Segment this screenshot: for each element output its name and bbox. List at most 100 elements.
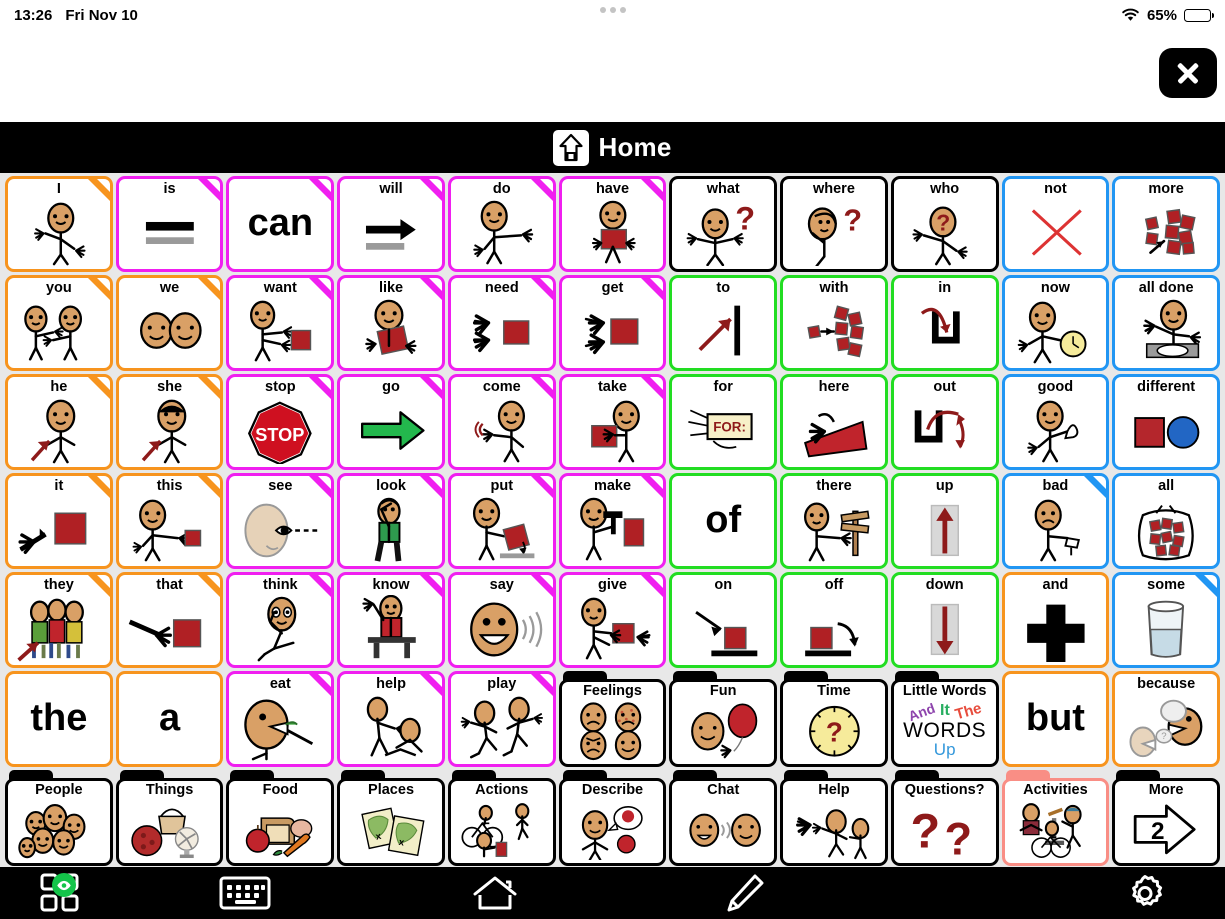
symbol-button-off[interactable]: off (780, 572, 888, 668)
symbol-button-eat[interactable]: eat (226, 671, 335, 767)
symbol-button-of[interactable]: of (669, 473, 778, 569)
symbol-button-look[interactable]: look (337, 473, 445, 569)
folder-button-fun[interactable]: Fun (669, 671, 778, 767)
symbol-button-go[interactable]: go (337, 374, 445, 470)
home-icon (553, 129, 590, 166)
symbol-button-stop[interactable]: stop STOP (226, 374, 335, 470)
symbol-button-will[interactable]: will (337, 176, 445, 272)
symbol-button-and[interactable]: and (1001, 572, 1110, 668)
folder-button-things[interactable]: Things (115, 770, 224, 866)
cell-label: and (1042, 577, 1069, 593)
symbol-button-get[interactable]: get (558, 275, 667, 371)
symbol-button-is[interactable]: is (115, 176, 224, 272)
symbol-button-this[interactable]: this (115, 473, 224, 569)
symbol-button-like[interactable]: like (337, 275, 445, 371)
bottom-toolbar (0, 867, 1225, 919)
folder-button-food[interactable]: Food (226, 770, 335, 866)
symbol-button-that[interactable]: that (115, 572, 224, 668)
symbol-button-with[interactable]: with (780, 275, 888, 371)
symbol-button-down[interactable]: down (890, 572, 999, 668)
symbol-button-on[interactable]: on (669, 572, 778, 668)
folder-button-chat[interactable]: Chat (669, 770, 778, 866)
symbol-button-bad[interactable]: bad (1001, 473, 1110, 569)
symbol-button-there[interactable]: there (780, 473, 888, 569)
symbol-button-out[interactable]: out (890, 374, 999, 470)
symbol-button-different[interactable]: different (1112, 374, 1220, 470)
folder-button-questions[interactable]: Questions? ?? (890, 770, 999, 866)
symbol-button-to[interactable]: to (669, 275, 778, 371)
folded-corner-icon (530, 575, 553, 597)
symbol-button-need[interactable]: need (447, 275, 556, 371)
symbol-button-some[interactable]: some (1112, 572, 1220, 668)
cell-word: can (247, 202, 314, 244)
cell-label: all done (1138, 280, 1194, 296)
symbol-button-who[interactable]: who? (890, 176, 999, 272)
close-bar (0, 30, 1225, 122)
symbol-button-he[interactable]: he (5, 374, 113, 470)
symbol-button-help[interactable]: help (337, 671, 445, 767)
symbol-button-i[interactable]: I (5, 176, 113, 272)
folder-button-activities[interactable]: Activities (1001, 770, 1110, 866)
symbol-button-have[interactable]: have (558, 176, 667, 272)
symbol-button-say[interactable]: say (447, 572, 556, 668)
symbol-button-it[interactable]: it (5, 473, 113, 569)
edit-button[interactable] (620, 867, 870, 919)
symbol-button-now[interactable]: now (1001, 275, 1110, 371)
symbol-button-want[interactable]: want (226, 275, 335, 371)
symbol-button-all-done[interactable]: all done (1112, 275, 1220, 371)
symbol-button-play[interactable]: play (447, 671, 556, 767)
symbol-button-good[interactable]: good (1001, 374, 1110, 470)
symbol-button-see[interactable]: see (226, 473, 335, 569)
symbol-button-we[interactable]: we (115, 275, 224, 371)
symbol-button-where[interactable]: where? (780, 176, 888, 272)
folder-button-feelings[interactable]: Feelings (558, 671, 667, 767)
cell-artwork: ? (783, 197, 885, 269)
symbol-button-the[interactable]: the (5, 671, 113, 767)
grid-view-button[interactable] (0, 867, 120, 919)
symbol-button-she[interactable]: she (115, 374, 224, 470)
symbol-button-in[interactable]: in (890, 275, 999, 371)
folder-button-actions[interactable]: Actions (447, 770, 556, 866)
symbol-button-know[interactable]: know (337, 572, 445, 668)
home-button[interactable] (370, 867, 620, 919)
symbol-button-do[interactable]: do (447, 176, 556, 272)
symbol-button-can[interactable]: can (226, 176, 335, 272)
symbol-button-up[interactable]: up (890, 473, 999, 569)
keyboard-button[interactable] (120, 867, 370, 919)
symbol-button-they[interactable]: they (5, 572, 113, 668)
symbol-button-a[interactable]: a (115, 671, 224, 767)
symbol-button-because[interactable]: because? (1112, 671, 1220, 767)
symbol-button-come[interactable]: come (447, 374, 556, 470)
symbol-button-all[interactable]: all (1112, 473, 1220, 569)
folder-button-people[interactable]: People (5, 770, 113, 866)
symbol-button-more[interactable]: more (1112, 176, 1220, 272)
symbol-button-what[interactable]: what? (669, 176, 778, 272)
folder-button-time[interactable]: Time ? (780, 671, 888, 767)
folder-button-describe[interactable]: Describe (558, 770, 667, 866)
symbol-button-but[interactable]: but (1001, 671, 1110, 767)
symbol-button-take[interactable]: take (558, 374, 667, 470)
folder-button-help[interactable]: Help (780, 770, 888, 866)
settings-button[interactable] (1065, 867, 1225, 919)
cell-label: in (938, 280, 952, 296)
close-button[interactable] (1159, 48, 1217, 98)
symbol-button-put[interactable]: put (447, 473, 556, 569)
cell-label: Fun (709, 683, 737, 699)
cell-artwork (562, 296, 664, 368)
cell-artwork: xx (340, 798, 442, 863)
folder-button-places[interactable]: Places xx (337, 770, 445, 866)
symbol-button-not[interactable]: not (1001, 176, 1110, 272)
symbol-button-give[interactable]: give (558, 572, 667, 668)
folder-button-more[interactable]: More 2 (1112, 770, 1220, 866)
symbol-button-here[interactable]: here (780, 374, 888, 470)
symbol-button-make[interactable]: make (558, 473, 667, 569)
folder-button-little-words[interactable]: Little Words And It The WORDS Up (890, 671, 999, 767)
cell-label: more (1148, 181, 1184, 197)
cell-artwork (672, 699, 774, 764)
symbol-button-think[interactable]: think (226, 572, 335, 668)
folded-corner-icon (1084, 476, 1107, 498)
folded-corner-icon (1194, 575, 1217, 597)
symbol-button-for[interactable]: for FOR: (669, 374, 778, 470)
multitask-dots[interactable] (599, 7, 626, 13)
symbol-button-you[interactable]: you (5, 275, 113, 371)
